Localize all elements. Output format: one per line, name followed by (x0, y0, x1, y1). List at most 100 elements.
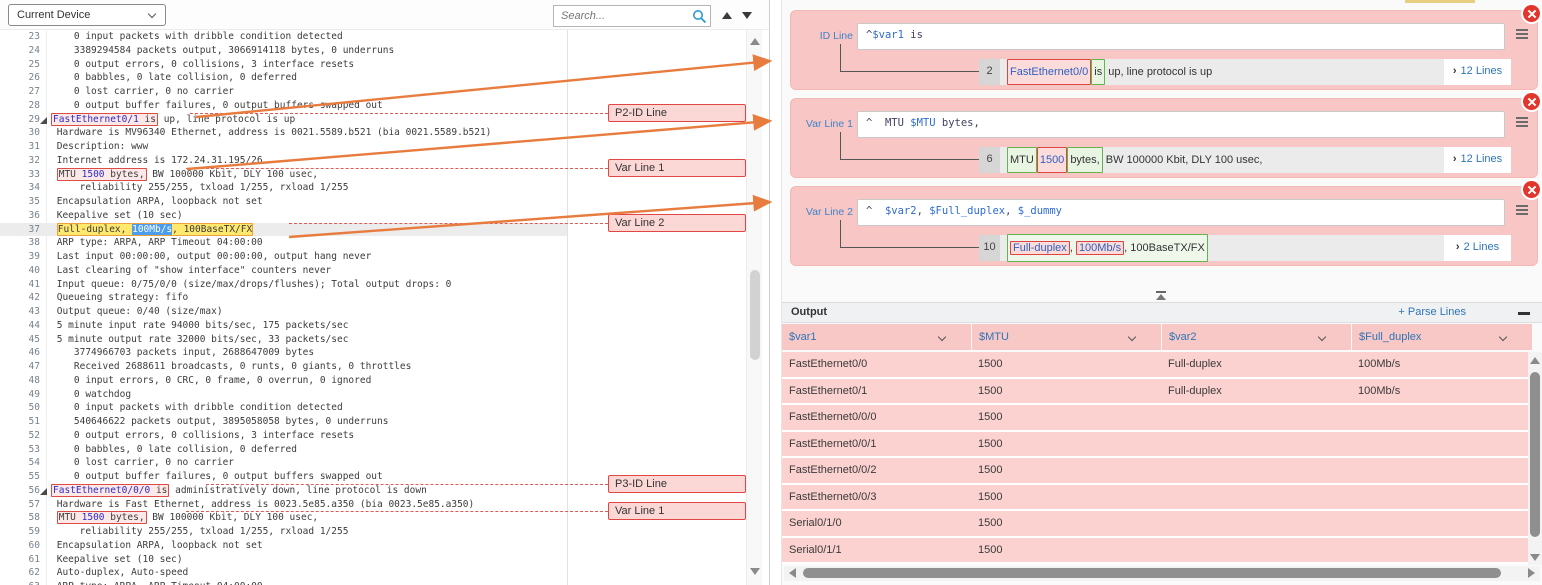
editor-line[interactable]: 35 Encapsulation ARPA, loopback not set (0, 195, 567, 209)
editor-line[interactable]: 29FastEthernet0/1 is up, line protocol i… (0, 113, 567, 127)
editor-line[interactable]: 31 Description: www (0, 140, 567, 154)
table-row[interactable]: FastEthernet0/0/11500 (782, 432, 1529, 459)
editor-line[interactable]: 42 Queueing strategy: fifo (0, 291, 567, 305)
editor-line[interactable]: 51 540646622 packets output, 3895058058 … (0, 415, 567, 429)
chevron-down-icon[interactable] (1128, 333, 1136, 341)
rule-menu-icon[interactable] (1516, 205, 1528, 217)
text-segment: 0 input packets with dribble condition d… (51, 31, 343, 42)
editor-line[interactable]: 44 5 minute input rate 94000 bits/sec, 1… (0, 319, 567, 333)
search-input[interactable] (554, 6, 690, 26)
editor-line[interactable]: 52 0 output errors, 0 collisions, 3 inte… (0, 429, 567, 443)
parse-lines-button[interactable]: + Parse Lines (1398, 306, 1466, 318)
rule-menu-icon[interactable] (1516, 29, 1528, 41)
editor-line[interactable]: 56FastEthernet0/0/0 is administratively … (0, 484, 567, 498)
close-rule-button[interactable] (1523, 181, 1540, 198)
expand-lines-link[interactable]: ›12 Lines (1444, 59, 1511, 85)
editor-line[interactable]: 30 Hardware is MV96340 Ethernet, address… (0, 126, 567, 140)
scroll-up-arrow-icon[interactable] (750, 38, 760, 45)
editor-line[interactable]: 58 MTU 1500 bytes, BW 100000 Kbit, DLY 1… (0, 511, 567, 525)
column-header-Full_duplex[interactable]: $Full_duplex (1352, 324, 1532, 350)
scrollbar-thumb[interactable] (750, 270, 760, 360)
output-horizontal-scrollbar[interactable] (784, 566, 1540, 581)
find-next-button[interactable] (742, 12, 752, 19)
table-row[interactable]: Serial0/1/01500 (782, 511, 1529, 538)
editor-line[interactable]: 32 Internet address is 172.24.31.195/26 (0, 154, 567, 168)
text-segment: , 100BaseTX/FX (1124, 242, 1205, 254)
column-header-var2[interactable]: $var2 (1162, 324, 1351, 350)
table-cell (1161, 432, 1351, 457)
table-row[interactable]: FastEthernet0/11500Full-duplex100Mb/s (782, 379, 1529, 406)
editor-line[interactable]: 36 Keepalive set (10 sec) (0, 209, 567, 223)
editor-line[interactable]: 46 3774966703 packets input, 2688647009 … (0, 346, 567, 360)
editor-line[interactable]: 60 Encapsulation ARPA, loopback not set (0, 539, 567, 553)
scroll-down-arrow-icon[interactable] (750, 568, 760, 575)
config-text-editor[interactable]: 23 0 input packets with dribble conditio… (0, 30, 770, 585)
editor-line[interactable]: 41 Input queue: 0/75/0/0 (size/max/drops… (0, 278, 567, 292)
editor-line[interactable]: 63 ARP type: ARPA, ARP Timeout 04:00:00 (0, 580, 567, 585)
expand-lines-link[interactable]: ›12 Lines (1444, 147, 1511, 173)
output-vertical-scrollbar[interactable] (1528, 352, 1542, 565)
table-row[interactable]: FastEthernet0/01500Full-duplex100Mb/s (782, 352, 1529, 379)
column-header-var1[interactable]: $var1 (782, 324, 971, 350)
editor-line[interactable]: 61 Keepalive set (10 sec) (0, 553, 567, 567)
editor-line[interactable]: 54 0 lost carrier, 0 no carrier (0, 456, 567, 470)
editor-line[interactable]: 40 Last clearing of "show interface" cou… (0, 264, 567, 278)
editor-line[interactable]: 28 0 output buffer failures, 0 output bu… (0, 99, 567, 113)
close-rule-button[interactable] (1523, 5, 1540, 22)
editor-line[interactable]: 38 ARP type: ARPA, ARP Timeout 04:00:00 (0, 236, 567, 250)
search-icon[interactable] (692, 9, 707, 24)
chevron-down-icon[interactable] (1499, 333, 1507, 341)
fold-marker-icon[interactable] (40, 488, 47, 495)
editor-line[interactable]: 59 reliability 255/255, txload 1/255, rx… (0, 525, 567, 539)
find-previous-button[interactable] (722, 12, 732, 19)
editor-line[interactable]: 37 Full-duplex, 100Mb/s, 100BaseTX/FX (0, 223, 567, 237)
editor-line[interactable]: 27 0 lost carrier, 0 no carrier (0, 85, 567, 99)
chevron-down-icon[interactable] (938, 333, 946, 341)
pattern-input[interactable]: ^$var1 is (857, 23, 1505, 50)
table-row[interactable]: FastEthernet0/0/31500 (782, 485, 1529, 512)
device-selector-dropdown[interactable]: Current Device (8, 4, 166, 26)
editor-line[interactable]: 48 0 input errors, 0 CRC, 0 frame, 0 ove… (0, 374, 567, 388)
editor-line[interactable]: 62 Auto-duplex, Auto-speed (0, 566, 567, 580)
editor-line[interactable]: 33 MTU 1500 bytes, BW 100000 Kbit, DLY 1… (0, 168, 567, 182)
pattern-input[interactable]: ^ $var2, $Full_duplex, $_dummy (857, 199, 1505, 226)
table-row[interactable]: FastEthernet0/0/21500 (782, 458, 1529, 485)
editor-line[interactable]: 39 Last input 00:00:00, output 00:00:00,… (0, 250, 567, 264)
rule-menu-icon[interactable] (1516, 117, 1528, 129)
editor-line[interactable]: 55 0 output buffer failures, 0 output bu… (0, 470, 567, 484)
editor-line[interactable]: 24 3389294584 packets output, 3066914118… (0, 44, 567, 58)
editor-line[interactable]: 25 0 output errors, 0 collisions, 3 inte… (0, 58, 567, 72)
editor-line[interactable]: 34 reliability 255/255, txload 1/255, rx… (0, 181, 567, 195)
collapse-output-icon[interactable] (1154, 291, 1168, 301)
editor-line[interactable]: 50 0 input packets with dribble conditio… (0, 401, 567, 415)
scrollbar-thumb[interactable] (1530, 372, 1540, 537)
table-row[interactable]: Serial0/1/11500 (782, 538, 1529, 565)
annotation-label[interactable]: P3-ID Line (608, 475, 746, 493)
fold-marker-icon[interactable] (40, 117, 47, 124)
editor-line[interactable]: 47 Received 2688611 broadcasts, 0 runts,… (0, 360, 567, 374)
editor-line[interactable]: 49 0 watchdog (0, 388, 567, 402)
annotation-label[interactable]: Var Line 1 (608, 502, 746, 520)
scroll-right-arrow-icon[interactable] (1528, 568, 1535, 578)
scroll-left-arrow-icon[interactable] (789, 568, 796, 578)
annotation-label[interactable]: Var Line 1 (608, 159, 746, 177)
column-header-MTU[interactable]: $MTU (972, 324, 1161, 350)
editor-line[interactable]: 43 Output queue: 0/40 (size/max) (0, 305, 567, 319)
chevron-down-icon[interactable] (1318, 333, 1326, 341)
editor-vertical-scrollbar[interactable] (746, 30, 762, 585)
close-rule-button[interactable] (1523, 93, 1540, 110)
minimize-output-icon[interactable] (1518, 312, 1530, 315)
scroll-up-arrow-icon[interactable] (1530, 357, 1540, 364)
editor-line[interactable]: 23 0 input packets with dribble conditio… (0, 30, 567, 44)
annotation-label[interactable]: Var Line 2 (608, 214, 746, 232)
expand-lines-link[interactable]: ›2 Lines (1444, 235, 1511, 261)
scroll-down-arrow-icon[interactable] (1530, 554, 1540, 561)
annotation-label[interactable]: P2-ID Line (608, 104, 746, 122)
table-row[interactable]: FastEthernet0/0/01500 (782, 405, 1529, 432)
scrollbar-thumb[interactable] (803, 568, 1501, 578)
editor-line[interactable]: 53 0 babbles, 0 late collision, 0 deferr… (0, 443, 567, 457)
editor-line[interactable]: 45 5 minute output rate 32000 bits/sec, … (0, 333, 567, 347)
editor-line[interactable]: 57 Hardware is Fast Ethernet, address is… (0, 498, 567, 512)
pattern-input[interactable]: ^ MTU $MTU bytes, (857, 111, 1505, 138)
editor-line[interactable]: 26 0 babbles, 0 late collision, 0 deferr… (0, 71, 567, 85)
